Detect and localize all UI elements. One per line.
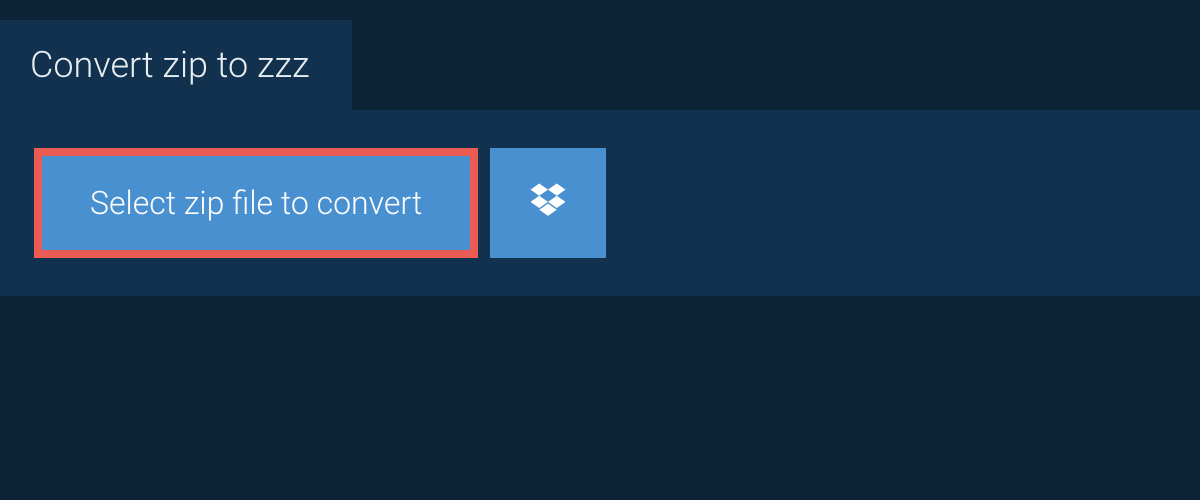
dropbox-icon xyxy=(527,180,569,226)
select-file-label: Select zip file to convert xyxy=(90,184,422,222)
page-title: Convert zip to zzz xyxy=(30,44,310,86)
upload-button-row: Select zip file to convert xyxy=(34,148,1166,258)
page-title-tab: Convert zip to zzz xyxy=(0,20,352,110)
select-file-button[interactable]: Select zip file to convert xyxy=(34,148,478,258)
upload-panel: Select zip file to convert xyxy=(0,110,1200,296)
dropbox-upload-button[interactable] xyxy=(490,148,606,258)
